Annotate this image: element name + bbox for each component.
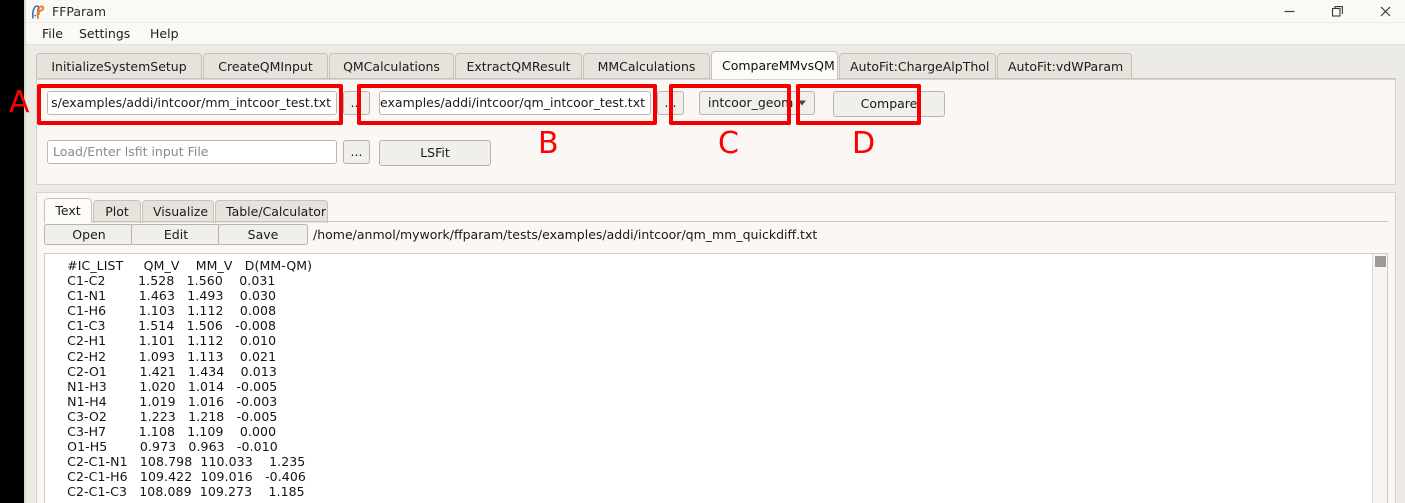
tab-initializesystemsetup[interactable]: InitializeSystemSetup: [36, 53, 202, 79]
result-text-content: #IC_LIST QM_V MM_V D(MM-QM) C1-C2 1.528 …: [67, 258, 313, 500]
menu-settings[interactable]: Settings: [72, 25, 137, 43]
close-icon: [1380, 6, 1390, 17]
maximize-icon: [1331, 6, 1343, 17]
annotation-letter-b: B: [538, 126, 559, 161]
result-text-view[interactable]: #IC_LIST QM_V MM_V D(MM-QM) C1-C2 1.528 …: [44, 253, 1388, 503]
result-tab-visualize[interactable]: Visualize: [142, 200, 214, 223]
open-button[interactable]: Open: [44, 224, 134, 245]
result-tab-table-calculator[interactable]: Table/Calculator: [215, 200, 328, 223]
application-window: FFParam File Settings Help InitializeSys…: [0, 0, 1405, 503]
compare-button[interactable]: Compare: [833, 91, 945, 117]
maximize-button[interactable]: [1314, 0, 1360, 23]
main-tab-bar: InitializeSystemSetup CreateQMInput QMCa…: [36, 51, 1396, 79]
menu-file[interactable]: File: [35, 25, 70, 43]
window-title: FFParam: [52, 4, 106, 19]
compare-controls-panel: s/examples/addi/intcoor/mm_intcoor_test.…: [36, 79, 1396, 185]
tab-autofit-vdwparam[interactable]: AutoFit:vdWParam: [997, 53, 1132, 79]
mm-file-input[interactable]: s/examples/addi/intcoor/mm_intcoor_test.…: [47, 91, 337, 115]
lsfit-file-browse-button[interactable]: ...: [343, 140, 370, 164]
tab-comparemmvsqm[interactable]: CompareMMvsQM: [711, 51, 838, 79]
lsfit-file-input[interactable]: Load/Enter lsfit input File: [47, 140, 337, 164]
title-bar: FFParam: [26, 0, 1405, 23]
lsfit-button[interactable]: LSFit: [379, 140, 491, 166]
qm-file-input[interactable]: s/examples/addi/intcoor/qm_intcoor_test.…: [379, 91, 651, 115]
annotation-letter-a: A: [9, 85, 30, 120]
scrollbar-thumb[interactable]: [1375, 256, 1386, 267]
minimize-button[interactable]: [1266, 0, 1312, 23]
tab-qmcalculations[interactable]: QMCalculations: [329, 53, 454, 79]
chevron-down-icon: [798, 100, 806, 106]
minimize-icon: [1284, 10, 1294, 13]
annotation-letter-d: D: [852, 126, 876, 161]
mm-file-browse-button[interactable]: ...: [343, 91, 370, 115]
qm-file-browse-button[interactable]: ...: [657, 91, 684, 115]
menu-help[interactable]: Help: [143, 25, 186, 43]
tab-extractqmresult[interactable]: ExtractQMResult: [455, 53, 582, 79]
result-tab-text[interactable]: Text: [44, 198, 92, 223]
desktop-backdrop: [0, 0, 24, 503]
text-view-scrollbar[interactable]: [1372, 254, 1387, 503]
result-tab-plot[interactable]: Plot: [93, 200, 141, 223]
close-button[interactable]: [1362, 0, 1405, 23]
save-button[interactable]: Save: [218, 224, 308, 245]
compare-mode-select[interactable]: intcoor_geom: [699, 91, 815, 115]
result-file-path: /home/anmol/mywork/ffparam/tests/example…: [313, 227, 818, 242]
edit-button[interactable]: Edit: [131, 224, 221, 245]
tab-mmcalculations[interactable]: MMCalculations: [583, 53, 710, 79]
ffparam-logo-icon: [28, 3, 48, 21]
tab-autofit-chargealpthol[interactable]: AutoFit:ChargeAlpThol: [839, 53, 996, 79]
menu-bar: File Settings Help: [26, 23, 1405, 45]
annotation-letter-c: C: [718, 126, 739, 161]
compare-mode-value: intcoor_geom: [708, 95, 794, 110]
result-tab-underline: [44, 221, 1388, 222]
tab-createqminput[interactable]: CreateQMInput: [203, 53, 328, 79]
